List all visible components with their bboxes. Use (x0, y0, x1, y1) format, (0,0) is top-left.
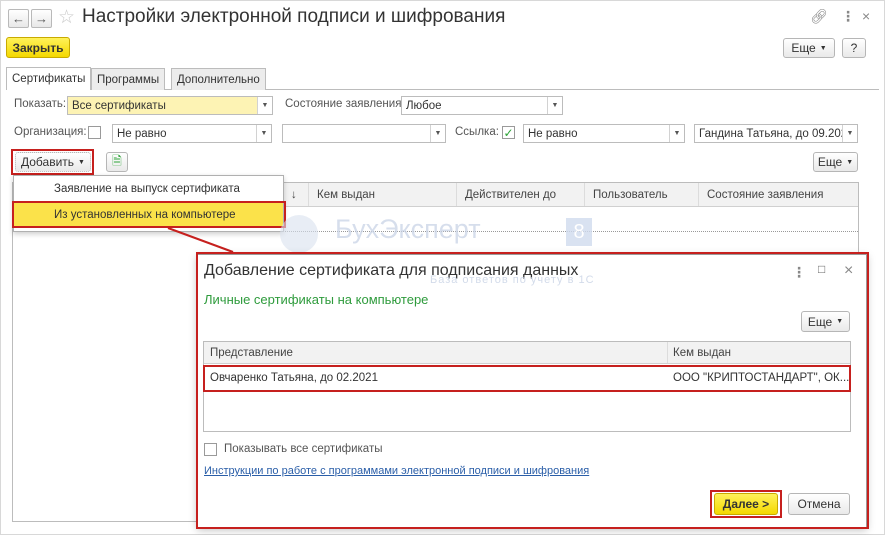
dialog-table-header: Представление Кем выдан (204, 342, 850, 364)
show-all-label: Показывать все сертификаты (224, 443, 383, 455)
callout-line-menu (167, 227, 234, 253)
col-dialog-issuer[interactable]: Кем выдан (668, 342, 850, 363)
more-label: Еще (807, 314, 833, 329)
row-highlight (203, 365, 851, 392)
dialog-maximize-icon[interactable]: □ (818, 262, 825, 276)
col-representation[interactable]: Представление (204, 342, 668, 363)
dialog-more-vert-icon[interactable]: ⋮ (792, 264, 806, 281)
dialog-close-icon[interactable]: × (844, 262, 853, 280)
cancel-button[interactable]: Отмена (788, 493, 850, 515)
dialog-subtitle: Личные сертификаты на компьютере (204, 292, 429, 307)
watermark-subtitle: База ответов по учету в 1С (430, 274, 595, 286)
chevron-down-icon: ▼ (836, 318, 844, 325)
next-button-highlight (710, 490, 782, 518)
show-all-checkbox[interactable] (204, 443, 217, 456)
instructions-link[interactable]: Инструкции по работе с программами элект… (204, 465, 589, 477)
dialog-more-button[interactable]: Еще ▼ (801, 311, 850, 332)
